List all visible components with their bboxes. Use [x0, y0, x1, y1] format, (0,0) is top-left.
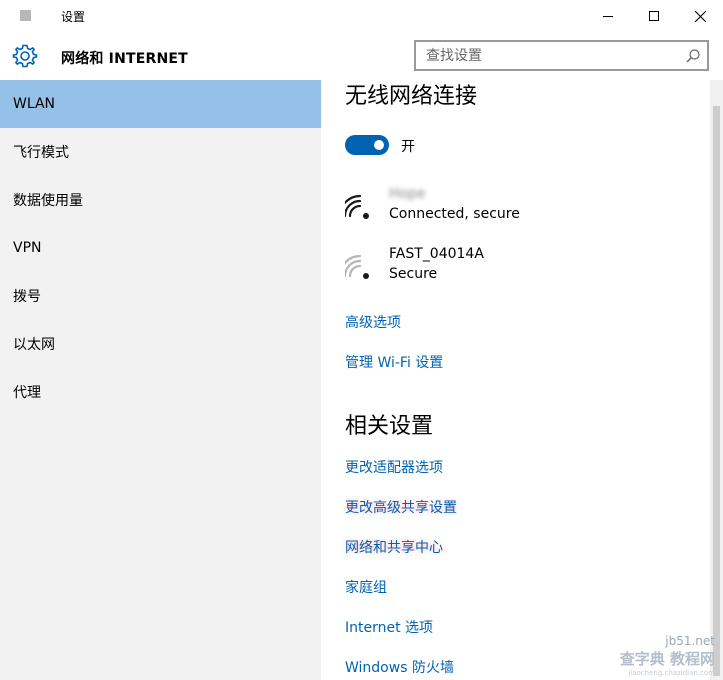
wifi-signal-weak-icon	[345, 254, 369, 279]
related-settings-title: 相关设置	[345, 414, 434, 439]
sidebar-item-proxy[interactable]: 代理	[0, 368, 321, 416]
sidebar-item-data-usage[interactable]: 数据使用量	[0, 176, 321, 224]
advanced-options-link[interactable]: 高级选项	[345, 312, 401, 332]
sidebar-item-dial-up[interactable]: 拨号	[0, 272, 321, 320]
watermark: jb51.net 查字典 教程网 jiaocheng.chazidian.com	[588, 632, 723, 680]
search-icon[interactable]	[685, 48, 701, 64]
internet-options-link[interactable]: Internet 选项	[345, 617, 433, 637]
content-scrollbar[interactable]	[710, 80, 723, 680]
watermark-site: jb51.net	[665, 634, 715, 648]
network-name: Hope	[389, 186, 426, 202]
watermark-brand: 查字典 教程网	[619, 650, 715, 668]
sidebar-item-airplane-mode[interactable]: 飞行模式	[0, 128, 321, 176]
title-bar: 设置	[0, 0, 723, 32]
page-title: 网络和 INTERNET	[61, 51, 188, 67]
windows-firewall-link[interactable]: Windows 防火墙	[345, 657, 454, 677]
sidebar-item-vpn[interactable]: VPN	[0, 224, 321, 272]
network-sharing-center-link[interactable]: 网络和共享中心	[345, 537, 443, 557]
window-title: 设置	[61, 10, 86, 24]
network-status: Connected, secure	[389, 206, 520, 222]
change-advanced-sharing-link[interactable]: 更改高级共享设置	[345, 497, 457, 517]
page-header: 网络和 INTERNET	[0, 32, 723, 80]
maximize-button[interactable]	[631, 0, 677, 32]
network-status: Secure	[389, 266, 438, 282]
scroll-thumb[interactable]	[713, 106, 720, 676]
sidebar-item-ethernet[interactable]: 以太网	[0, 320, 321, 368]
maximize-icon	[649, 11, 659, 21]
settings-app-icon	[20, 10, 31, 21]
sidebar-item-wlan[interactable]: WLAN	[0, 80, 321, 128]
search-input[interactable]	[416, 42, 666, 69]
homegroup-link[interactable]: 家庭组	[345, 577, 387, 597]
network-name: FAST_04014A	[389, 246, 484, 262]
toggle-knob	[374, 140, 384, 150]
wifi-signal-full-icon	[345, 194, 369, 219]
wifi-toggle-label: 开	[401, 139, 415, 155]
manage-wifi-settings-link[interactable]: 管理 Wi-Fi 设置	[345, 352, 443, 372]
watermark-url: jiaocheng.chazidian.com	[628, 669, 715, 677]
change-adapter-options-link[interactable]: 更改适配器选项	[345, 457, 443, 477]
close-button[interactable]	[677, 0, 723, 32]
wifi-toggle[interactable]	[345, 135, 389, 155]
search-box[interactable]	[414, 40, 709, 71]
wireless-section-title: 无线网络连接	[345, 84, 478, 109]
main-content: 无线网络连接 开 Hope Connected, secure FAST_040…	[321, 80, 710, 680]
sidebar: WLAN 飞行模式 数据使用量 VPN 拨号 以太网 代理	[0, 80, 321, 680]
gear-icon	[12, 44, 38, 68]
minimize-icon	[603, 15, 613, 17]
close-icon	[694, 10, 706, 22]
minimize-button[interactable]	[585, 0, 631, 32]
